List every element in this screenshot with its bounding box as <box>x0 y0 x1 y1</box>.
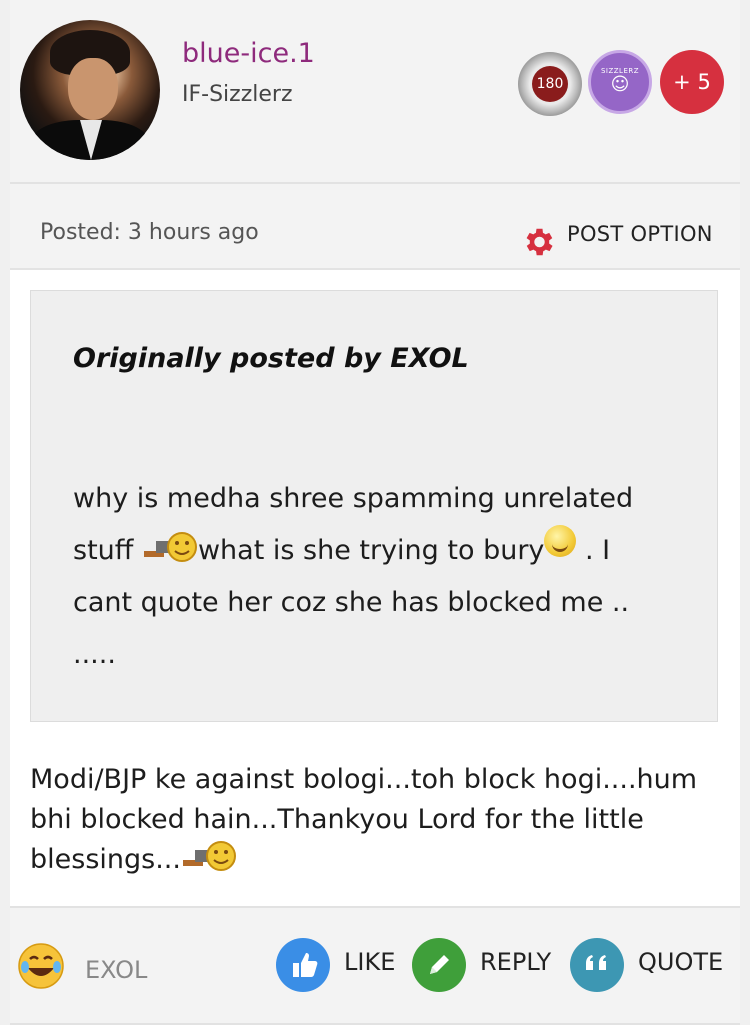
hammer-smiley-icon <box>143 532 197 562</box>
username-link[interactable]: blue-ice.1 <box>182 38 315 69</box>
user-group: IF-Sizzlerz <box>182 82 293 107</box>
gear-icon[interactable] <box>520 224 556 260</box>
level-badge-icon[interactable]: 180 <box>518 52 582 116</box>
reactor-name[interactable]: EXOL <box>85 956 147 984</box>
like-label: LIKE <box>344 948 396 976</box>
thumbs-up-icon <box>276 938 330 992</box>
avatar[interactable] <box>20 20 160 160</box>
laughing-emoji-icon[interactable] <box>16 941 66 991</box>
post-meta: Posted: 3 hours ago POST OPTION <box>10 184 740 270</box>
post-header: blue-ice.1 IF-Sizzlerz 180 SIZZLERZ ☺ + … <box>10 0 740 184</box>
post-timestamp: Posted: 3 hours ago <box>40 220 259 245</box>
quote-text: why is medha shree spamming unrelated st… <box>73 473 673 681</box>
group-icon: ☺ <box>610 74 630 95</box>
post-body: Originally posted by EXOL why is medha s… <box>10 270 740 906</box>
quote-header: Originally posted by EXOL <box>73 343 469 374</box>
post-card: blue-ice.1 IF-Sizzlerz 180 SIZZLERZ ☺ + … <box>10 0 740 1025</box>
quote-marks-icon <box>570 938 624 992</box>
more-badges-button[interactable]: + 5 <box>660 50 724 114</box>
quote-label: QUOTE <box>638 948 724 976</box>
level-badge-value: 180 <box>532 66 568 102</box>
reply-label: REPLY <box>480 948 552 976</box>
post-footer: EXOL LIKE REPLY QUOTE <box>10 906 740 1025</box>
smile-icon <box>544 525 577 557</box>
hammer-smiley-icon <box>182 841 236 871</box>
quote-block: Originally posted by EXOL why is medha s… <box>30 290 718 722</box>
reply-text-content: Modi/BJP ke against bologi...toh block h… <box>30 764 698 875</box>
post-option-button[interactable]: POST OPTION <box>567 222 713 246</box>
quote-text-part-2: what is she trying to bury <box>197 535 545 566</box>
reply-text: Modi/BJP ke against bologi...toh block h… <box>30 760 730 880</box>
sizzlerz-badge-icon[interactable]: SIZZLERZ ☺ <box>588 50 652 114</box>
pencil-icon <box>412 938 466 992</box>
